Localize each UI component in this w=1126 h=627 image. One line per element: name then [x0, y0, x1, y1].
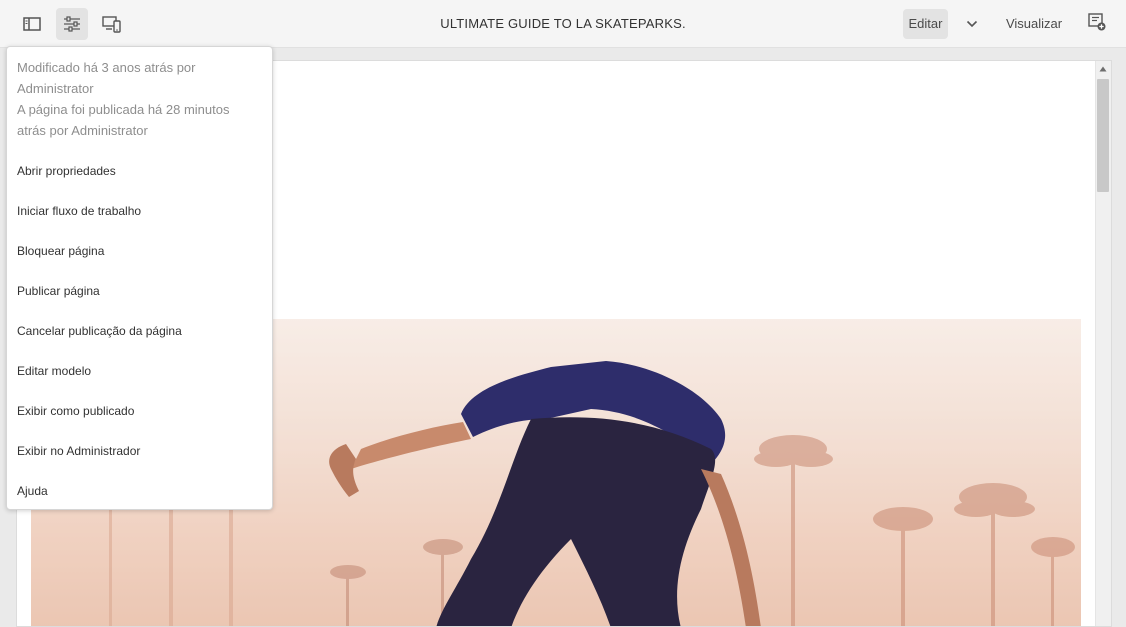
page-status-info: Modificado há 3 anos atrás por Administr… [17, 57, 257, 141]
canvas-scrollbar[interactable] [1095, 61, 1111, 626]
scroll-up-arrow-icon[interactable] [1095, 61, 1111, 77]
emulator-button[interactable] [96, 8, 128, 40]
menu-item-lock-page[interactable]: Bloquear página [17, 241, 104, 261]
annotate-button[interactable] [1082, 9, 1112, 39]
annotation-add-icon [1088, 12, 1106, 36]
page-information-button[interactable] [56, 8, 88, 40]
menu-item-publish-page[interactable]: Publicar página [17, 281, 100, 301]
menu-item-view-in-admin[interactable]: Exibir no Administrador [17, 441, 140, 461]
side-panel-icon [23, 16, 41, 32]
device-emulator-icon [102, 15, 122, 33]
menu-item-help[interactable]: Ajuda [17, 481, 48, 501]
menu-item-start-workflow[interactable]: Iniciar fluxo de trabalho [17, 201, 141, 221]
mode-dropdown-button[interactable] [958, 9, 986, 39]
menu-item-edit-template[interactable]: Editar modelo [17, 361, 91, 381]
page-information-popover: Modificado há 3 anos atrás por Administr… [6, 46, 273, 510]
menu-item-unpublish-page[interactable]: Cancelar publicação da página [17, 321, 182, 341]
toggle-side-panel-button[interactable] [16, 8, 48, 40]
scrollbar-thumb[interactable] [1097, 79, 1109, 192]
menu-item-open-properties[interactable]: Abrir propriedades [17, 161, 116, 181]
preview-button[interactable]: Visualizar [1000, 9, 1068, 39]
modified-status: Modificado há 3 anos atrás por Administr… [17, 60, 196, 96]
published-status: A página foi publicada há 28 minutos atr… [17, 102, 230, 138]
menu-item-view-as-published[interactable]: Exibir como publicado [17, 401, 134, 421]
edit-mode-button[interactable]: Editar [903, 9, 948, 39]
chevron-down-icon [966, 15, 978, 33]
editor-toolbar: ULTIMATE GUIDE TO LA SKATEPARKS. Editar … [0, 0, 1126, 48]
sliders-icon [63, 16, 81, 32]
